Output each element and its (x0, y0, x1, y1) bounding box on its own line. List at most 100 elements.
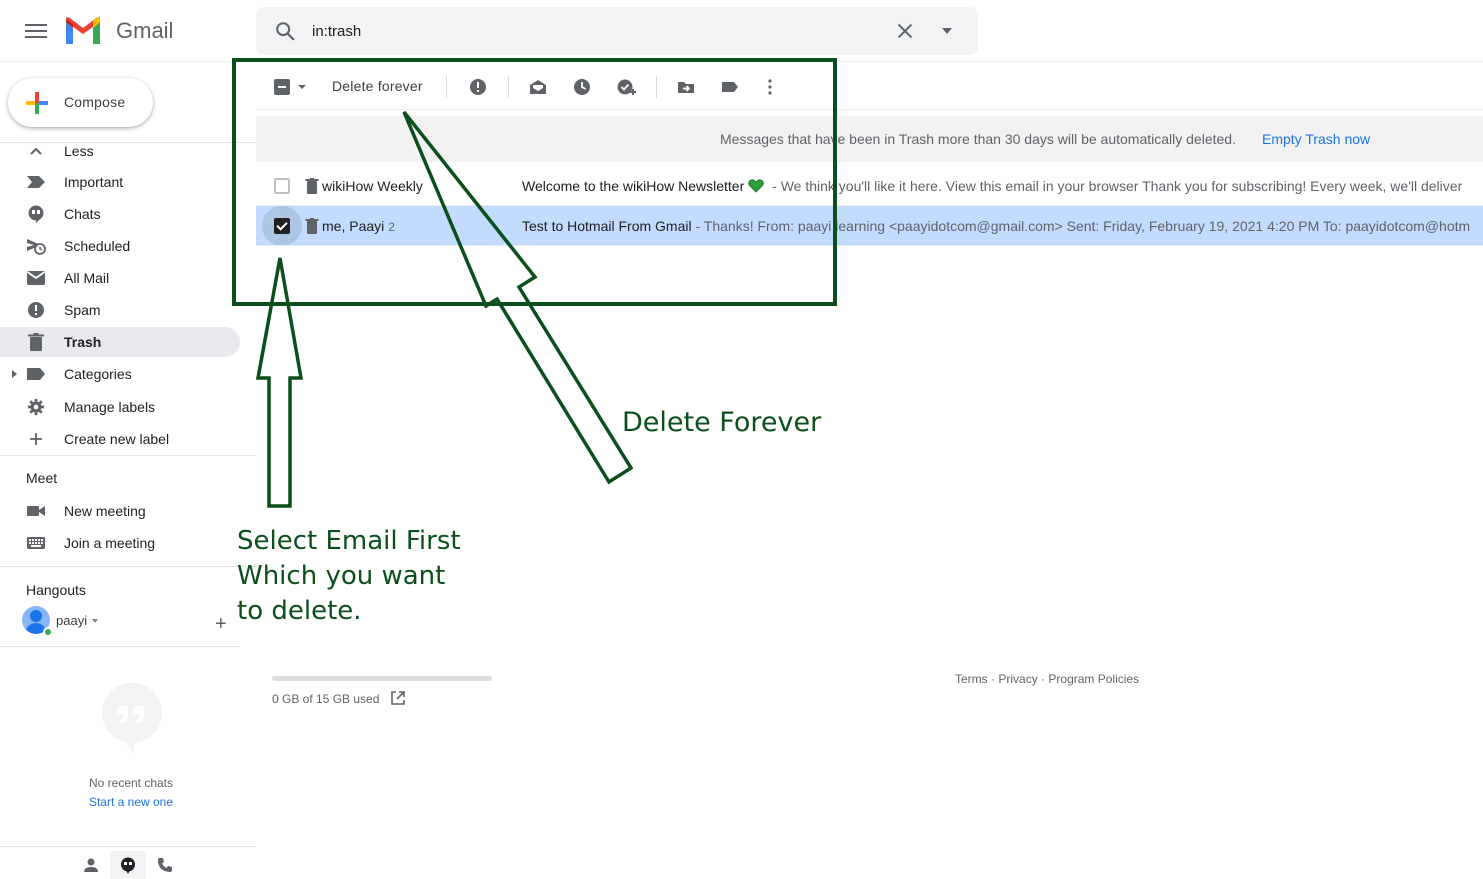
toolbar-divider (446, 76, 447, 98)
video-camera-icon (27, 506, 45, 516)
sidebar-divider (0, 566, 256, 567)
sender-name: wikiHow Weekly (322, 178, 423, 194)
thread-count: 2 (388, 220, 395, 234)
row-sender: me, Paayi 2 (322, 218, 395, 234)
annotation-delete-forever: Delete Forever (622, 407, 822, 438)
snooze-clock-icon[interactable] (572, 77, 592, 97)
phone-icon (158, 858, 172, 872)
more-options-icon[interactable] (760, 77, 780, 97)
search-bar (256, 7, 978, 55)
contacts-tab[interactable] (73, 851, 109, 879)
clear-search-icon[interactable] (894, 20, 916, 42)
mail-toolbar: Delete forever (256, 62, 1483, 110)
start-new-chat-link[interactable]: Start a new one (0, 795, 262, 809)
search-options-icon[interactable] (942, 28, 952, 34)
sidebar-item-scheduled[interactable]: Scheduled (0, 231, 240, 261)
sidebar-item-spam[interactable]: Spam (0, 295, 240, 325)
select-options-icon[interactable] (298, 85, 306, 89)
sidebar-item-label: Trash (64, 334, 102, 350)
compose-button[interactable]: Compose (8, 78, 153, 127)
chat-icon (28, 205, 44, 223)
sidebar-item-less[interactable]: Less (0, 136, 240, 166)
annotation-select-email: Select Email First Which you want to del… (237, 524, 477, 629)
hangouts-empty-icon (102, 683, 162, 754)
label-icon (27, 368, 45, 380)
sidebar-item-label: Spam (64, 302, 101, 318)
sidebar-item-trash[interactable]: Trash (0, 327, 240, 357)
sidebar-item-label: Create new label (64, 431, 170, 447)
row-sender: wikiHow Weekly (322, 178, 423, 194)
search-input[interactable] (312, 19, 872, 43)
sender-name: me, Paayi (322, 218, 385, 234)
add-to-tasks-icon[interactable] (616, 77, 636, 97)
row-content: Test to Hotmail From Gmail - Thanks! Fro… (522, 218, 1470, 234)
annotation-line: Select Email First (237, 526, 461, 556)
row-subject: Test to Hotmail From Gmail (522, 218, 692, 234)
annotation-arrow-select (255, 257, 304, 508)
delete-forever-button[interactable]: Delete forever (332, 78, 423, 94)
sidebar-item-create-label[interactable]: Create new label (0, 424, 240, 454)
row-snippet: - We think you'll like it here. View thi… (768, 178, 1463, 194)
program-policies-link[interactable]: Program Policies (1048, 672, 1139, 686)
trash-icon (305, 218, 319, 234)
scheduled-send-icon (27, 239, 46, 255)
sidebar-item-new-meeting[interactable]: New meeting (0, 496, 240, 526)
row-content: Welcome to the wikiHow Newsletter - We t… (522, 178, 1462, 194)
gmail-logo-icon[interactable] (64, 16, 102, 46)
privacy-link[interactable]: Privacy (998, 672, 1037, 686)
row-subject: Welcome to the wikiHow Newsletter (522, 178, 745, 194)
trash-info-message: Messages that have been in Trash more th… (720, 131, 1236, 147)
hangouts-bottom-bar (0, 846, 256, 879)
status-dropdown-icon[interactable] (92, 619, 98, 623)
compose-plus-icon (26, 92, 48, 114)
empty-trash-link[interactable]: Empty Trash now (1262, 131, 1370, 147)
report-spam-icon[interactable] (468, 77, 488, 97)
sidebar-item-categories[interactable]: Categories (0, 359, 240, 389)
main-menu-icon[interactable] (24, 20, 48, 42)
annotation-line: Which you want (237, 561, 446, 591)
phone-tab[interactable] (147, 851, 183, 879)
sidebar-divider (0, 646, 240, 647)
chevron-up-icon (30, 147, 42, 155)
sidebar-item-label: All Mail (64, 270, 110, 286)
select-all-checkbox[interactable] (274, 79, 290, 95)
important-icon (27, 176, 45, 188)
hangouts-chat-tab[interactable] (110, 851, 146, 879)
mark-as-read-icon[interactable] (528, 77, 548, 97)
table-row[interactable]: me, Paayi 2 Test to Hotmail From Gmail - … (256, 206, 1483, 246)
sidebar-item-label: Join a meeting (64, 535, 156, 551)
label-as-icon[interactable] (720, 77, 740, 97)
hangouts-user-name: paayi (56, 613, 88, 628)
move-to-icon[interactable] (676, 77, 696, 97)
person-icon (84, 858, 98, 872)
footer-separator: · (1041, 672, 1046, 686)
header: Gmail (0, 0, 1483, 62)
sidebar-item-all-mail[interactable]: All Mail (0, 263, 240, 293)
sidebar-item-label: Chats (64, 206, 101, 222)
sidebar-item-label: Important (64, 174, 124, 190)
table-row[interactable]: wikiHow Weekly Welcome to the wikiHow Ne… (256, 166, 1483, 206)
footer-links: Terms · Privacy · Program Policies (955, 672, 1139, 686)
sidebar-item-label: Manage labels (64, 399, 156, 415)
sidebar-item-label: Scheduled (64, 238, 131, 254)
open-in-new-icon[interactable] (390, 690, 406, 706)
expand-caret-icon[interactable] (12, 370, 17, 378)
toolbar-divider (508, 76, 509, 98)
new-conversation-icon[interactable]: + (215, 614, 227, 634)
sidebar-item-important[interactable]: Important (0, 167, 240, 197)
trash-icon (305, 178, 319, 194)
search-icon[interactable] (274, 20, 296, 42)
sidebar-item-chats[interactable]: Chats (0, 199, 240, 229)
spam-icon (28, 302, 44, 318)
sidebar-item-manage-labels[interactable]: Manage labels (0, 392, 240, 422)
row-checkbox[interactable] (274, 178, 290, 194)
no-recent-chats-text: No recent chats (88, 776, 174, 790)
trash-info-bar: Messages that have been in Trash more th… (256, 116, 1483, 162)
terms-link[interactable]: Terms (955, 672, 988, 686)
hangouts-user[interactable]: paayi (22, 606, 242, 638)
sidebar-item-join-meeting[interactable]: Join a meeting (0, 528, 240, 558)
meet-section-title: Meet (26, 470, 58, 486)
all-mail-icon (26, 271, 46, 285)
toolbar-divider (656, 76, 657, 98)
row-checkbox[interactable] (274, 218, 290, 234)
